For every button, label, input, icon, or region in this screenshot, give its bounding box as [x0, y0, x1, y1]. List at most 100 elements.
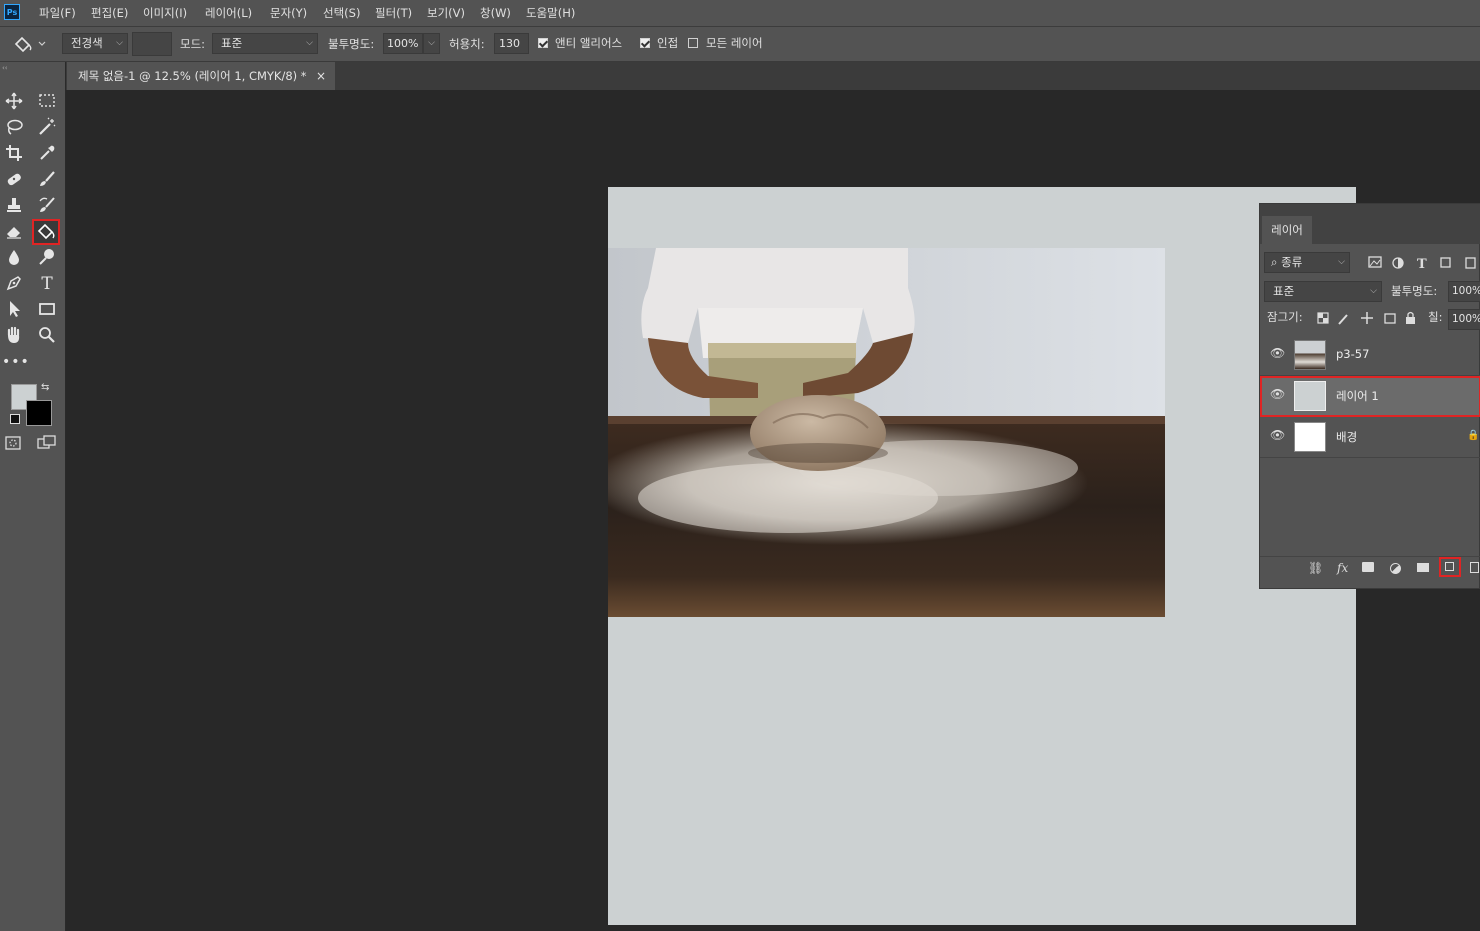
all-layers-label: 모든 레이어 — [706, 36, 763, 50]
default-colors-icon[interactable] — [10, 414, 20, 424]
layer-row-p3-57[interactable]: 👁 p3-57 — [1260, 335, 1480, 376]
paint-bucket-icon[interactable] — [32, 219, 60, 245]
rectangle-icon[interactable] — [35, 299, 59, 321]
menu-layer[interactable]: 레이어(L) — [205, 5, 252, 21]
opacity-slider-toggle[interactable]: ⌵ — [423, 33, 440, 54]
opacity-input[interactable]: 100% — [383, 33, 423, 54]
fill-source-select[interactable]: 전경색 ⌵ — [62, 33, 128, 54]
lock-label: 잠그기: — [1267, 310, 1303, 324]
tolerance-input[interactable]: 130 — [494, 33, 529, 54]
clone-stamp-icon[interactable] — [2, 195, 26, 217]
opacity-label: 불투명도: — [328, 37, 375, 51]
layer-row-background[interactable]: 👁 배경 🔒 — [1260, 417, 1480, 458]
layer-opacity-input[interactable]: 100% — [1448, 281, 1480, 302]
adjustment-icon[interactable] — [1390, 563, 1401, 574]
menu-filter[interactable]: 필터(T) — [375, 5, 412, 21]
layer-filter-select[interactable]: ⌕ 종류 ⌵ — [1264, 252, 1350, 273]
marquee-icon[interactable] — [35, 91, 59, 113]
magic-wand-icon[interactable] — [35, 117, 59, 139]
tool-preset-picker[interactable] — [12, 34, 48, 54]
healing-brush-icon[interactable] — [2, 169, 26, 191]
hand-icon[interactable] — [2, 325, 26, 347]
mode-select[interactable]: 표준 ⌵ — [212, 33, 318, 54]
antialias-label: 앤티 앨리어스 — [555, 36, 623, 50]
menu-image[interactable]: 이미지(I) — [143, 5, 187, 21]
contiguous-label: 인접 — [657, 36, 679, 50]
visibility-eye-icon[interactable]: 👁 — [1270, 428, 1285, 442]
lock-icon: 🔒 — [1467, 430, 1480, 441]
tools-panel: ‹‹ T ••• ⇆ — [0, 62, 66, 931]
visibility-eye-icon[interactable]: 👁 — [1270, 387, 1285, 401]
path-selection-icon[interactable] — [2, 299, 26, 321]
panel-divider — [1260, 556, 1480, 557]
blend-mode-select[interactable]: 표준 ⌵ — [1264, 281, 1382, 302]
dodge-icon[interactable] — [35, 247, 59, 269]
fx-icon[interactable]: fx — [1337, 561, 1348, 575]
layers-tab[interactable]: 레이어 — [1262, 216, 1312, 244]
close-tab-icon[interactable]: × — [316, 62, 326, 90]
menu-help[interactable]: 도움말(H) — [526, 5, 575, 21]
swap-colors-icon[interactable]: ⇆ — [41, 382, 49, 393]
mode-label: 모드: — [180, 37, 206, 51]
layers-panel-header: 레이어 — [1260, 204, 1480, 244]
quick-mask-icon[interactable] — [5, 436, 21, 450]
mask-icon[interactable] — [1362, 562, 1374, 572]
menu-edit[interactable]: 편집(E) — [91, 5, 128, 21]
tolerance-label: 허용치: — [449, 37, 485, 51]
crop-icon[interactable] — [2, 143, 26, 165]
type-icon[interactable]: T — [35, 273, 59, 295]
more-tools-icon[interactable]: ••• — [2, 351, 29, 373]
chevron-down-icon: ⌵ — [428, 38, 435, 48]
folder-icon[interactable] — [1417, 563, 1429, 572]
move-icon[interactable] — [2, 91, 26, 113]
search-icon: ⌕ — [1271, 255, 1278, 269]
fill-input[interactable]: 100% — [1448, 309, 1480, 330]
lasso-icon[interactable] — [2, 117, 26, 139]
svg-text:T: T — [1417, 257, 1427, 272]
trash-icon[interactable] — [1470, 562, 1479, 573]
chevron-down-icon: ⌵ — [116, 38, 123, 48]
chevron-down-icon: ⌵ — [1338, 257, 1345, 267]
eyedropper-icon[interactable] — [35, 143, 59, 165]
blend-mode-value: 표준 — [1273, 284, 1295, 298]
fill-label: 칠: — [1428, 310, 1443, 324]
blur-icon[interactable] — [2, 247, 26, 269]
menu-view[interactable]: 보기(V) — [427, 5, 465, 21]
layer-name: p3-57 — [1336, 347, 1370, 361]
menu-window[interactable]: 창(W) — [480, 5, 511, 21]
zoom-icon[interactable] — [35, 325, 59, 347]
document-tab[interactable]: 제목 없음-1 @ 12.5% (레이어 1, CMYK/8) * × — [67, 62, 335, 90]
link-icon[interactable]: ⛓ — [1308, 561, 1323, 575]
all-layers-checkbox[interactable] — [688, 38, 698, 48]
layer-row-layer-1[interactable]: 👁 레이어 1 — [1260, 376, 1480, 417]
new-layer-icon[interactable] — [1439, 557, 1461, 577]
panel-collapse-icon[interactable]: ‹‹ — [0, 64, 67, 72]
layer-filter-icons: T — [1365, 254, 1480, 272]
chevron-down-icon: ⌵ — [306, 38, 313, 48]
chevron-down-icon: ⌵ — [1370, 286, 1377, 296]
options-bar: 전경색 ⌵ 모드: 표준 ⌵ 불투명도: 100% ⌵ 허용치: 130 앤티 … — [0, 27, 1480, 62]
paint-bucket-icon — [14, 36, 46, 53]
visibility-eye-icon[interactable]: 👁 — [1270, 346, 1285, 360]
pen-icon[interactable] — [2, 273, 26, 295]
menu-type[interactable]: 문자(Y) — [270, 5, 307, 21]
layers-panel: 레이어 ⌕ 종류 ⌵ T 표준 ⌵ 불투명도: 100% 잠그기: 칠: 100… — [1259, 203, 1480, 589]
layer-thumbnail — [1294, 422, 1326, 452]
screen-mode-icon[interactable] — [37, 435, 57, 451]
contiguous-checkbox[interactable] — [640, 38, 650, 48]
layer-thumbnail — [1294, 381, 1326, 411]
photo-layer-image — [608, 248, 1165, 617]
menu-file[interactable]: 파일(F) — [39, 5, 76, 21]
pattern-picker[interactable] — [132, 32, 172, 56]
layer-opacity-label: 불투명도: — [1391, 284, 1438, 298]
baker-kneading-dough-photo — [608, 248, 1165, 617]
background-color-swatch[interactable] — [26, 400, 52, 426]
brush-icon[interactable] — [35, 169, 59, 191]
layer-name: 배경 — [1336, 430, 1358, 444]
history-brush-icon[interactable] — [35, 195, 59, 217]
antialias-checkbox[interactable] — [538, 38, 548, 48]
lock-icons[interactable] — [1316, 310, 1426, 326]
menu-bar: Ps 파일(F) 편집(E) 이미지(I) 레이어(L) 문자(Y) 선택(S)… — [0, 0, 1480, 27]
menu-select[interactable]: 선택(S) — [323, 5, 360, 21]
eraser-icon[interactable] — [2, 221, 26, 243]
